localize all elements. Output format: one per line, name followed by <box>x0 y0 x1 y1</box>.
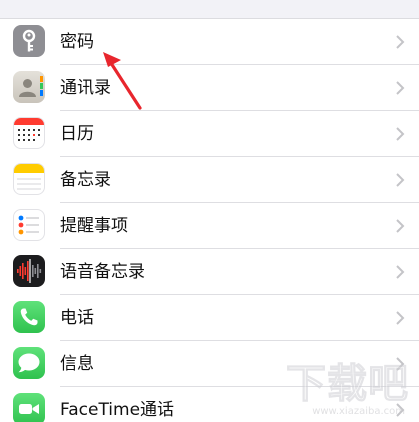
settings-row-label: 信息 <box>60 354 94 374</box>
settings-row-label: 语音备忘录 <box>60 262 145 282</box>
chevron-right-icon <box>396 219 405 233</box>
facetime-icon <box>13 393 45 422</box>
settings-row-label: 密码 <box>60 32 94 52</box>
calendar-icon <box>13 117 45 149</box>
settings-row-label: 备忘录 <box>60 170 111 190</box>
chevron-right-icon <box>396 265 405 279</box>
chevron-right-icon <box>396 81 405 95</box>
settings-row-voice-memos[interactable]: 语音备忘录 <box>0 249 419 295</box>
settings-row-notes[interactable]: 备忘录 <box>0 157 419 203</box>
chevron-right-icon <box>396 173 405 187</box>
key-icon <box>13 25 45 57</box>
chevron-right-icon <box>396 311 405 325</box>
settings-row-label: 日历 <box>60 124 94 144</box>
settings-screen: 密码 通讯录 日历 备忘录 提醒事项 语音备忘录 电话 信息 FaceTime通… <box>0 0 419 422</box>
settings-row-label: 电话 <box>60 308 94 328</box>
phone-icon <box>13 301 45 333</box>
watermark: 下载吧 www.xiazaiba.com <box>283 362 413 418</box>
watermark-url: www.xiazaiba.com <box>312 406 405 417</box>
watermark-logo-text: 下载吧 <box>286 361 409 407</box>
settings-row-label: 提醒事项 <box>60 216 128 236</box>
reminders-icon <box>13 209 45 241</box>
settings-row-calendar[interactable]: 日历 <box>0 111 419 157</box>
messages-icon <box>13 347 45 379</box>
settings-row-passwords[interactable]: 密码 <box>0 19 419 65</box>
voice-memos-icon <box>13 255 45 287</box>
settings-row-label: FaceTime通话 <box>60 400 175 420</box>
settings-row-contacts[interactable]: 通讯录 <box>0 65 419 111</box>
settings-row-label: 通讯录 <box>60 78 111 98</box>
notes-icon <box>13 163 45 195</box>
settings-row-reminders[interactable]: 提醒事项 <box>0 203 419 249</box>
chevron-right-icon <box>396 35 405 49</box>
chevron-right-icon <box>396 127 405 141</box>
section-gap <box>0 0 419 19</box>
settings-row-phone[interactable]: 电话 <box>0 295 419 341</box>
contacts-icon <box>13 71 45 103</box>
